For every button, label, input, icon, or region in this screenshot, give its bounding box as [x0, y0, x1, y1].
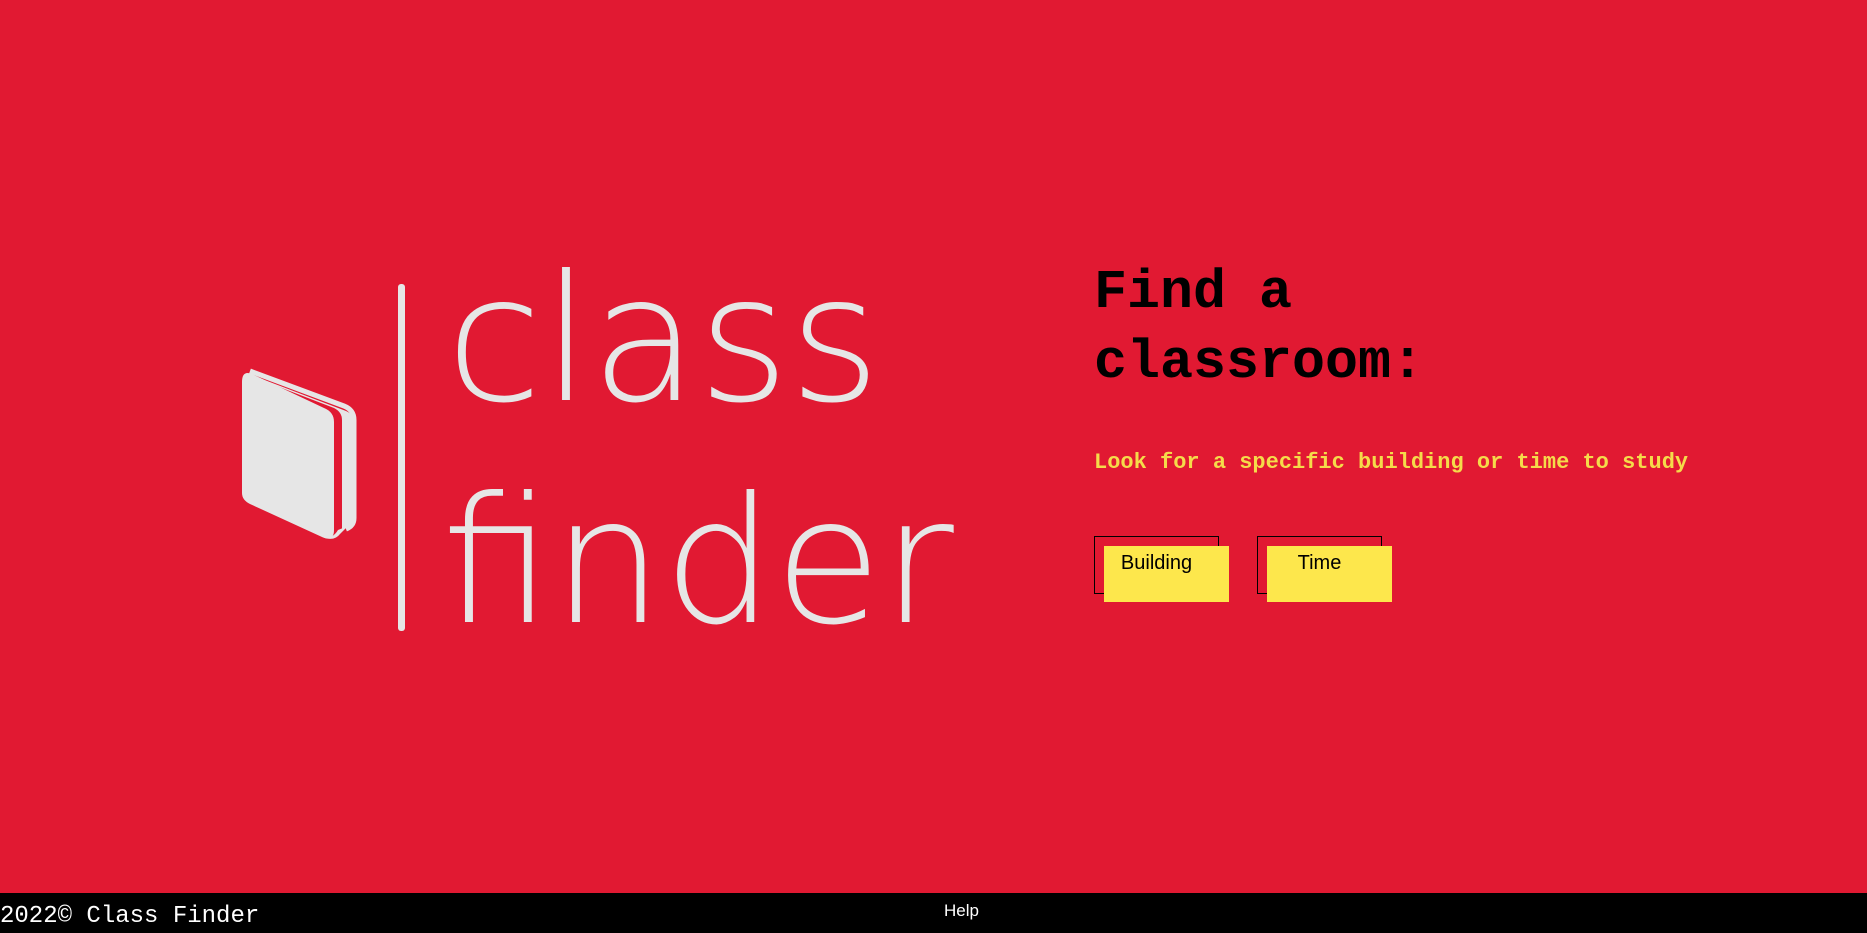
building-button[interactable]: Building: [1094, 536, 1229, 602]
page-subtitle: Look for a specific building or time to …: [1094, 450, 1689, 475]
help-link[interactable]: Help: [944, 901, 979, 921]
time-button-label: Time: [1297, 551, 1342, 574]
copyright-text: 2022© Class Finder: [0, 903, 260, 930]
logo-divider: [398, 284, 405, 631]
class-finder-logo: class finder: [242, 239, 954, 664]
page: class finder Find a classroom: Look for …: [0, 0, 1867, 933]
search-panel: Find a classroom: Look for a specific bu…: [1094, 258, 1794, 602]
search-options: Building Time: [1094, 536, 1794, 602]
page-title: Find a classroom:: [1094, 261, 1425, 394]
logo-line-class: class: [446, 239, 880, 442]
logo-line-finder: finder: [442, 461, 954, 664]
building-button-label: Building: [1120, 551, 1193, 574]
time-button[interactable]: Time: [1257, 536, 1392, 602]
footer: 2022© Class Finder Help: [0, 893, 1867, 933]
book-icon: [242, 368, 357, 539]
